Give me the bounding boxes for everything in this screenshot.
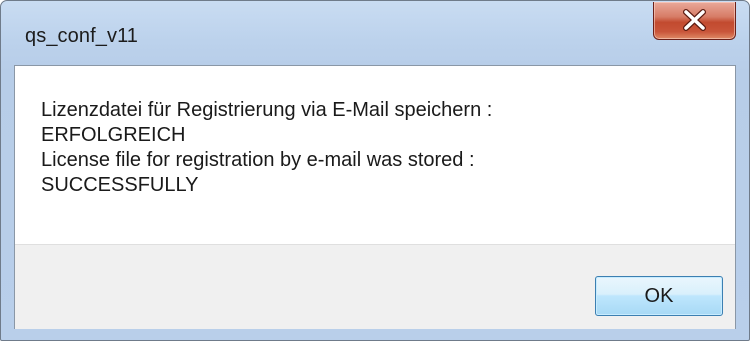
button-bar: OK [15,244,735,329]
ok-button[interactable]: OK [595,276,723,316]
dialog-content: Lizenzdatei für Registrierung via E-Mail… [14,65,736,329]
message-text: Lizenzdatei für Registrierung via E-Mail… [41,98,492,198]
window-title: qs_conf_v11 [25,25,139,47]
close-button[interactable] [653,2,736,40]
message-dialog: qs_conf_v11 Lizenzdatei für Registrierun… [0,0,750,341]
close-icon [683,9,706,31]
message-status-en: SUCCESSFULLY [41,174,199,196]
title-bar[interactable]: qs_conf_v11 [1,1,749,65]
message-line-de: Lizenzdatei für Registrierung via E-Mail… [41,99,493,121]
message-line-en: License file for registration by e-mail … [41,149,475,171]
message-status-de: ERFOLGREICH [41,124,186,146]
